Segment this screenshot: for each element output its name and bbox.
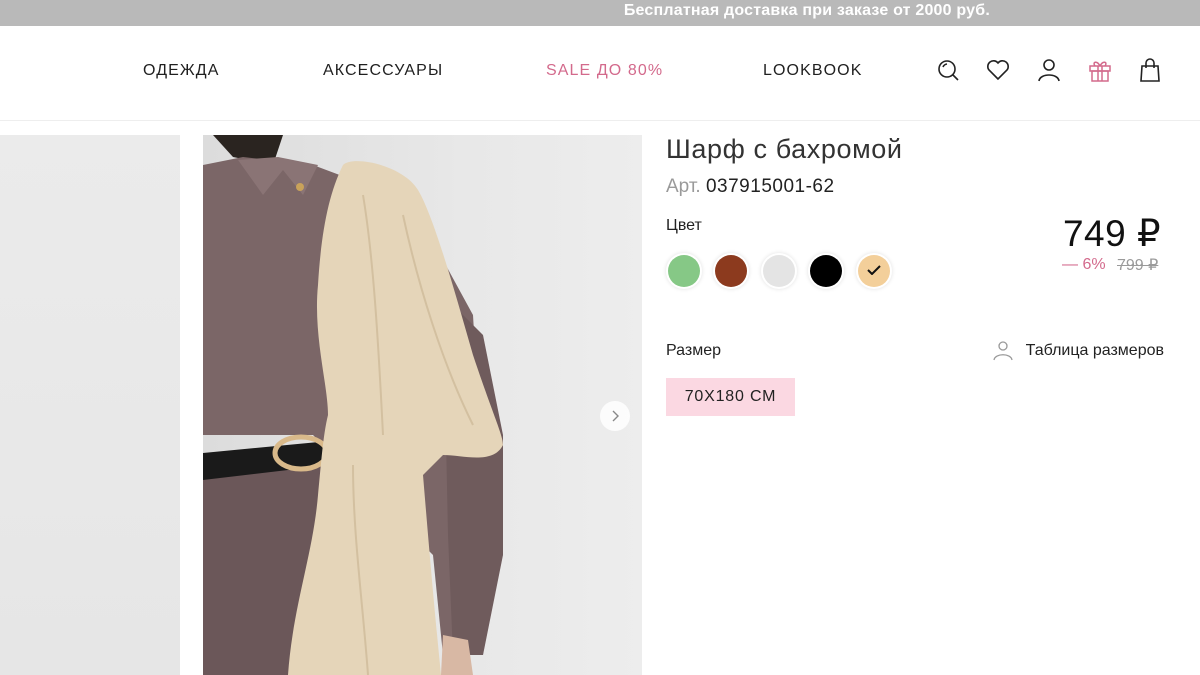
color-label: Цвет: [666, 217, 702, 234]
product-image: [203, 135, 642, 675]
size-table-link[interactable]: Таблица размеров: [992, 340, 1164, 362]
product-sku: Арт. 037915001-62: [666, 176, 835, 198]
color-swatch-green[interactable]: [668, 255, 700, 287]
gallery-prev-image[interactable]: [0, 135, 180, 675]
discount-badge: — 6%: [1062, 256, 1106, 273]
person-icon: [993, 341, 1013, 361]
color-swatch-brown[interactable]: [715, 255, 747, 287]
size-label: Размер: [666, 342, 721, 359]
nav-item-lookbook[interactable]: LOOKBOOK: [763, 62, 863, 80]
search-icon[interactable]: [935, 57, 961, 83]
old-price: 799 ₽: [1117, 257, 1159, 274]
gift-icon[interactable]: [1087, 57, 1113, 83]
sku-value: 037915001-62: [705, 176, 835, 197]
nav-item-clothing[interactable]: ОДЕЖДА: [143, 62, 219, 80]
user-icon[interactable]: [1036, 57, 1062, 83]
chevron-right-icon: [612, 410, 619, 422]
gallery-next-button[interactable]: [600, 401, 630, 431]
promo-text: Бесплатная доставка при заказе от 2000 р…: [623, 2, 990, 19]
product-price: 749 ₽: [1062, 213, 1161, 254]
checkmark-icon: [867, 265, 881, 275]
sku-label: Арт.: [666, 176, 701, 197]
size-option[interactable]: 70X180 СМ: [666, 378, 795, 416]
bag-icon[interactable]: [1137, 57, 1163, 83]
color-swatch-light-gray[interactable]: [763, 255, 795, 287]
nav-item-sale[interactable]: SALE ДО 80%: [546, 62, 663, 80]
product-title: Шарф с бахромой: [666, 134, 903, 164]
nav-item-accessories[interactable]: АКСЕССУАРЫ: [323, 62, 443, 80]
site-header: ОДЕЖДА АКСЕССУАРЫ SALE ДО 80% LOOKBOOK: [0, 26, 1200, 121]
color-swatch-black[interactable]: [810, 255, 842, 287]
heart-icon[interactable]: [985, 57, 1011, 83]
size-table-label: Таблица размеров: [1025, 342, 1164, 359]
color-swatch-beige[interactable]: [858, 255, 890, 287]
promo-bar: Бесплатная доставка при заказе от 2000 р…: [0, 0, 1200, 26]
